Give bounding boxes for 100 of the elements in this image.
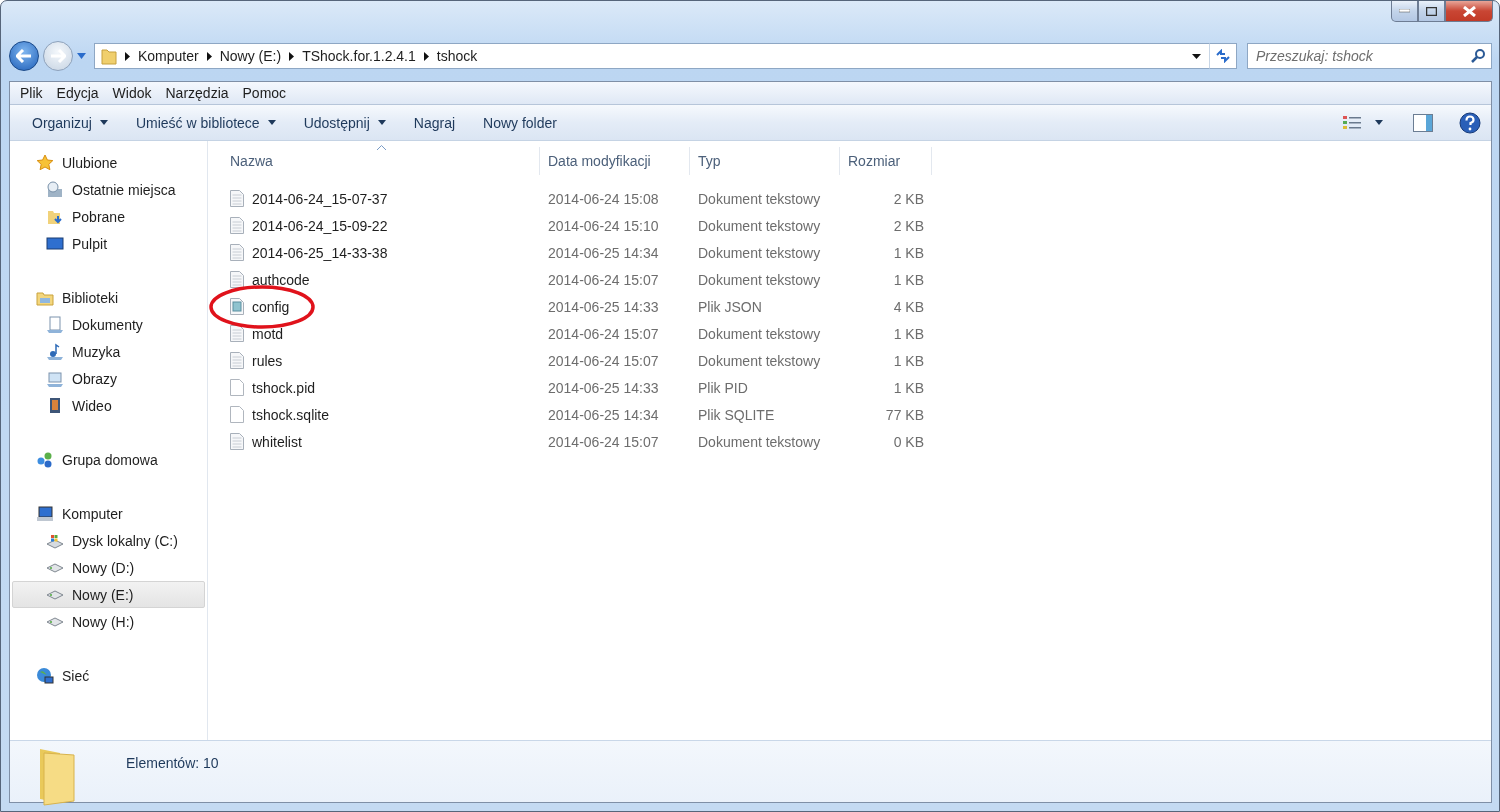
sidebar-item[interactable]: Grupa domowa [12, 446, 205, 473]
toolbar-button[interactable]: Udostępnij [289, 110, 400, 135]
chevron-icon[interactable] [423, 51, 429, 61]
table-cell-text: 2014-06-24 15:07 [547, 325, 660, 342]
sidebar-item[interactable]: Obrazy [12, 365, 205, 392]
address-dropdown-icon[interactable] [1192, 53, 1201, 59]
file-row[interactable]: authcode 2014-06-24 15:07 Dokument tekstowy 1 KB [222, 266, 1491, 293]
help-icon[interactable] [1459, 111, 1481, 134]
toolbar-button[interactable]: Nagraj [399, 110, 470, 135]
table-cell-text: 2014-06-25 14:34 [547, 244, 660, 261]
close-icon [1462, 5, 1476, 17]
maximize-button[interactable] [1418, 1, 1445, 22]
breadcrumb[interactable]: Nowy (E:) [219, 48, 282, 64]
sidebar-item[interactable]: Dysk lokalny (C:) [12, 527, 205, 554]
file-icon [230, 298, 244, 315]
file-name: motd [222, 325, 540, 342]
drive-icon [46, 616, 64, 627]
maximize-icon [1426, 6, 1437, 16]
menu-item[interactable]: Narzędzia [159, 85, 235, 101]
history-dropdown-icon[interactable] [77, 53, 86, 59]
drive-icon [46, 562, 64, 573]
toolbar-button[interactable]: Organizuj [18, 110, 122, 135]
view-dropdown-icon[interactable] [1375, 120, 1383, 125]
back-button[interactable] [9, 41, 39, 71]
sidebar-item[interactable]: Pobrane [12, 203, 205, 230]
table-cell-text: 77 KB [884, 406, 925, 423]
breadcrumb[interactable]: Komputer [138, 48, 199, 64]
file-row[interactable]: tshock.sqlite 2014-06-25 14:34 Plik SQLITE 77 KB [222, 401, 1491, 428]
file-row[interactable]: 2014-06-25_14-33-38 2014-06-25 14:34 Dokument tekstowy 1 KB [222, 239, 1491, 266]
sidebar-item[interactable]: Biblioteki [12, 284, 205, 311]
refresh-button[interactable] [1209, 43, 1237, 69]
column-header[interactable]: Rozmiar [840, 147, 932, 175]
file-row[interactable]: tshock.pid 2014-06-25 14:33 Plik PID 1 KB [222, 374, 1491, 401]
table-cell-text: 2014-06-25 14:33 [547, 298, 660, 315]
column-header[interactable]: Data modyfikacji [540, 147, 690, 175]
menu-item[interactable]: Widok [106, 85, 158, 101]
table-cell-text: Dokument tekstowy [697, 217, 822, 234]
chevron-icon[interactable] [125, 51, 130, 61]
table-cell-text: Dokument tekstowy [697, 352, 822, 369]
table-cell-text: 1 KB [892, 352, 925, 369]
file-row[interactable]: rules 2014-06-24 15:07 Dokument tekstowy 1 KB [222, 347, 1491, 374]
toolbar-button[interactable]: Umieść w bibliotece [121, 110, 290, 135]
sidebar-item[interactable]: Ostatnie miejsca [12, 176, 205, 203]
menu-item[interactable]: Pomoc [236, 85, 293, 101]
sidebar-item[interactable]: Wideo [12, 392, 205, 419]
file-name: whitelist [222, 433, 540, 450]
table-cell-text: Plik JSON [697, 298, 763, 315]
forward-arrow-icon [50, 49, 66, 63]
file-name: authcode [222, 271, 540, 288]
breadcrumb[interactable]: tshock [436, 48, 478, 64]
computer-icon [36, 504, 54, 523]
sidebar-item[interactable]: Ulubione [12, 149, 205, 176]
minimize-button[interactable] [1391, 1, 1418, 22]
table-cell-text: 2 KB [892, 190, 925, 207]
sidebar-item[interactable]: Sieć [12, 662, 205, 689]
menu-item[interactable]: Plik [14, 85, 49, 101]
file-row[interactable]: motd 2014-06-24 15:07 Dokument tekstowy 1 KB [222, 320, 1491, 347]
file-name: 2014-06-24_15-09-22 [222, 217, 540, 234]
sidebar-item[interactable]: Dokumenty [12, 311, 205, 338]
toolbar-button[interactable]: Nowy folder [469, 110, 571, 135]
search-field[interactable]: Przeszukaj: tshock [1247, 43, 1492, 69]
menu-item[interactable]: Edycja [50, 85, 105, 101]
table-cell-text: 2014-06-25 14:33 [547, 379, 660, 396]
sidebar-item[interactable]: Nowy (H:) [12, 608, 205, 635]
text-file-icon [230, 217, 244, 234]
sidebar-item[interactable]: Komputer [12, 500, 205, 527]
blank-file-icon [230, 406, 244, 423]
text-file-icon [230, 190, 244, 207]
file-row[interactable]: 2014-06-24_15-07-37 2014-06-24 15:08 Dokument tekstowy 2 KB [222, 185, 1491, 212]
table-cell-text: Dokument tekstowy [697, 325, 822, 342]
address-bar[interactable]: Komputer Nowy (E:) TShock.for.1.2.4.1 tshock [94, 43, 1210, 69]
table-cell-text: 2014-06-24 15:07 [547, 271, 660, 288]
file-name: config [222, 298, 540, 315]
sidebar-item[interactable]: Nowy (E:) [12, 581, 205, 608]
column-header[interactable]: Nazwa [222, 147, 540, 175]
file-row[interactable]: config 2014-06-25 14:33 Plik JSON 4 KB [222, 293, 1491, 320]
preview-pane-icon[interactable] [1413, 113, 1433, 132]
network-icon [36, 666, 54, 685]
file-name: 2014-06-24_15-07-37 [222, 190, 540, 207]
back-arrow-icon [16, 49, 32, 63]
table-cell-text: Dokument tekstowy [697, 271, 822, 288]
table-cell-text: Dokument tekstowy [697, 190, 822, 207]
column-header[interactable]: Typ [690, 147, 840, 175]
file-row[interactable]: whitelist 2014-06-24 15:07 Dokument tekstowy 0 KB [222, 428, 1491, 455]
sidebar-item[interactable]: Muzyka [12, 338, 205, 365]
close-button[interactable] [1445, 1, 1493, 22]
table-cell-text: 1 KB [892, 379, 925, 396]
text-file-icon [230, 244, 244, 261]
file-row[interactable]: 2014-06-24_15-09-22 2014-06-24 15:10 Dokument tekstowy 2 KB [222, 212, 1491, 239]
sort-ascending-icon [377, 145, 386, 150]
table-cell-text: Dokument tekstowy [697, 244, 822, 261]
chevron-icon[interactable] [289, 51, 295, 61]
view-options-icon[interactable] [1343, 115, 1361, 130]
sidebar-item[interactable]: Nowy (D:) [12, 554, 205, 581]
file-name: tshock.sqlite [222, 406, 540, 423]
chevron-icon[interactable] [206, 51, 212, 61]
sidebar-item[interactable]: Pulpit [12, 230, 205, 257]
breadcrumb[interactable]: TShock.for.1.2.4.1 [302, 48, 416, 64]
drive-icon [46, 589, 64, 600]
recent-places-icon [46, 180, 64, 199]
